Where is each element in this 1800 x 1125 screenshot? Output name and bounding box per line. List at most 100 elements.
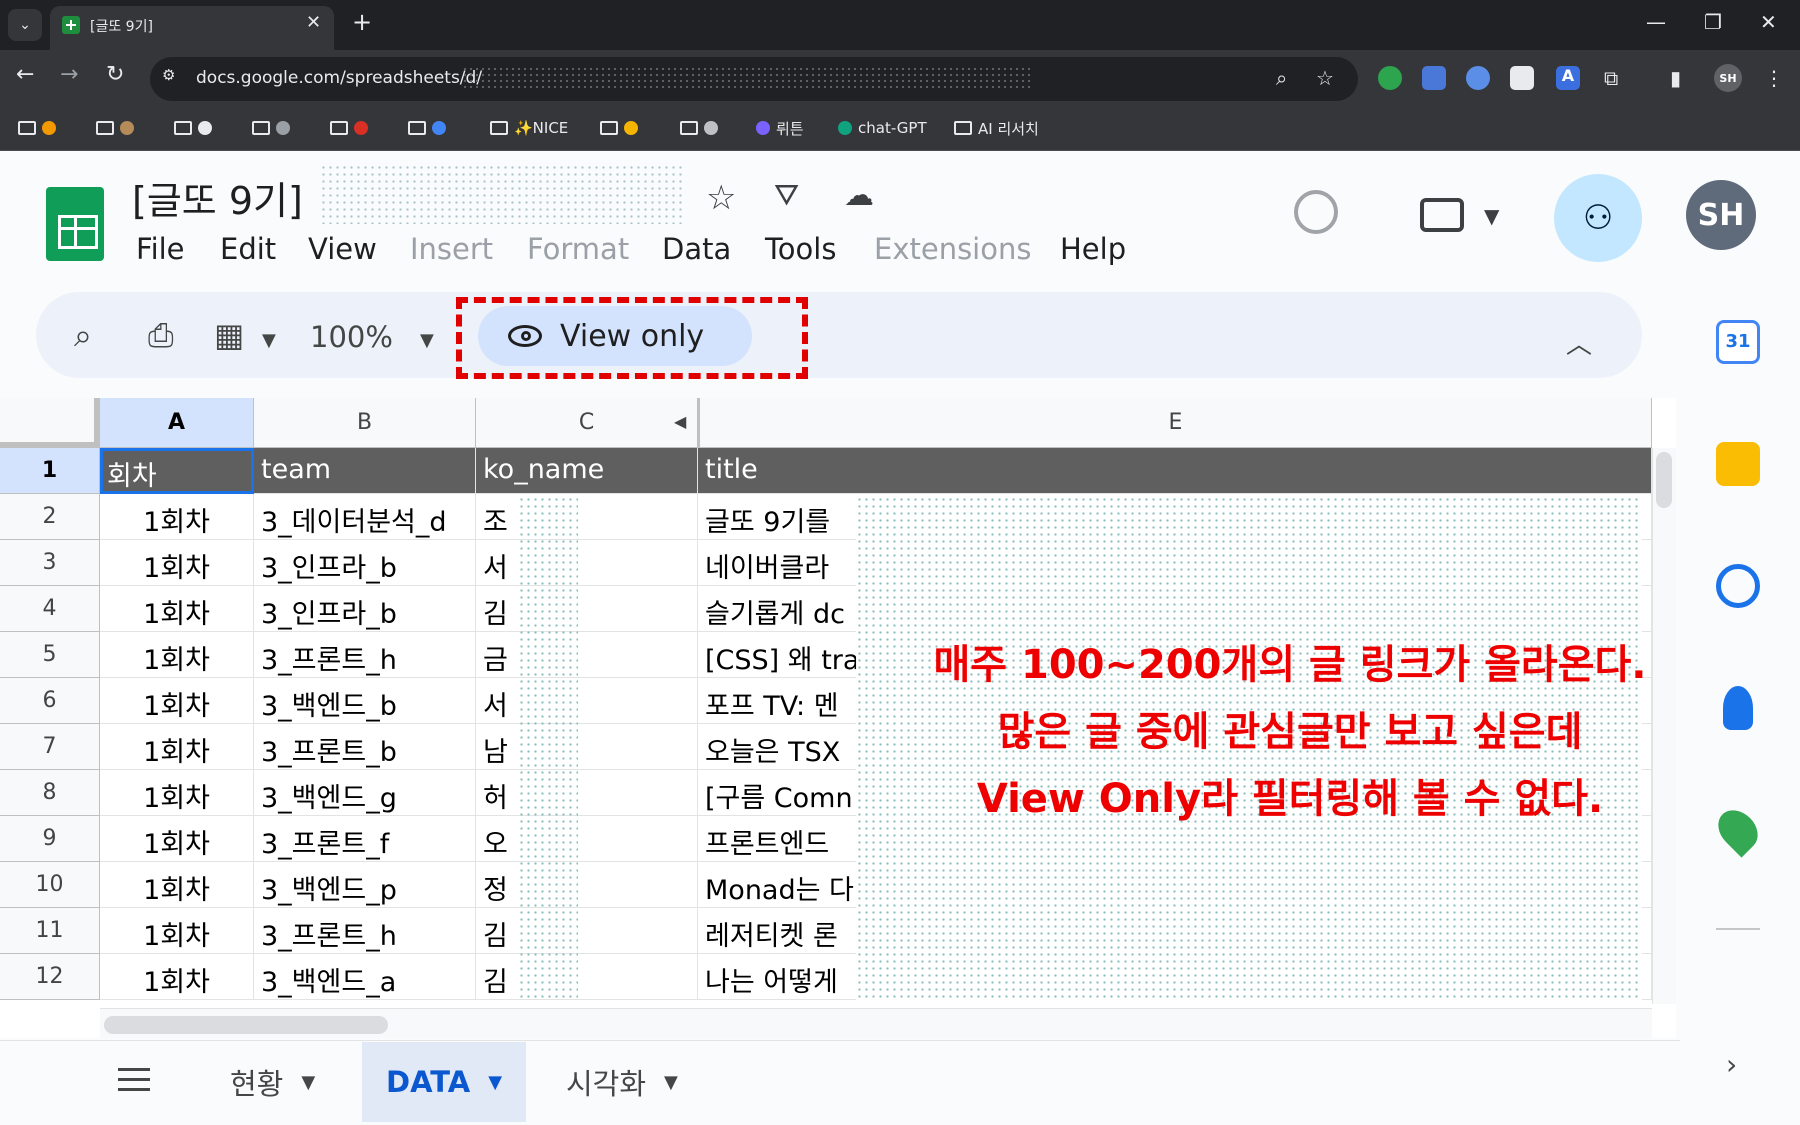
menu-extensions[interactable]: Extensions <box>874 232 1031 266</box>
chevron-down-icon[interactable]: ▼ <box>488 1072 502 1093</box>
url-text[interactable]: docs.google.com/spreadsheets/d/ <box>196 68 482 88</box>
table-cell[interactable]: 1회차 <box>100 724 254 770</box>
vertical-scroll-thumb[interactable] <box>1656 452 1672 508</box>
row-header[interactable]: 10 <box>0 862 100 908</box>
reload-icon[interactable]: ↻ <box>106 62 124 87</box>
table-cell[interactable]: 허 <box>476 770 698 816</box>
minimize-icon[interactable]: — <box>1646 10 1666 34</box>
extension-icon[interactable] <box>1510 66 1534 90</box>
keep-icon[interactable] <box>1716 442 1760 486</box>
row-header[interactable]: 3 <box>0 540 100 586</box>
table-cell[interactable]: 김 <box>476 954 698 1000</box>
table-cell[interactable]: 3_백엔드_g <box>254 770 476 816</box>
tasks-icon[interactable] <box>1716 564 1760 608</box>
sheet-tab[interactable]: 시각화 ▼ <box>542 1042 702 1122</box>
sheet-tab[interactable]: 현황 ▼ <box>206 1042 339 1122</box>
column-header-b[interactable]: B <box>254 398 476 448</box>
search-icon[interactable]: ⌕ <box>74 316 92 355</box>
version-history-icon[interactable] <box>1294 190 1338 234</box>
bookmark-folder[interactable] <box>600 114 638 142</box>
bookmark-folder[interactable] <box>96 114 134 142</box>
bookmark-star-icon[interactable]: ☆ <box>1316 66 1334 90</box>
header-cell-title[interactable]: title <box>698 448 1652 494</box>
row-header[interactable]: 5 <box>0 632 100 678</box>
more-menu-icon[interactable]: ⋮ <box>1764 66 1784 90</box>
contacts-icon[interactable] <box>1723 686 1753 730</box>
table-cell[interactable]: 3_프론트_h <box>254 632 476 678</box>
menu-data[interactable]: Data <box>662 232 731 266</box>
table-cell[interactable]: 1회차 <box>100 494 254 540</box>
table-cell[interactable]: 정 <box>476 862 698 908</box>
move-to-drive-icon[interactable]: ⛛ <box>774 178 799 213</box>
header-cell-ko-name[interactable]: ko_name <box>476 448 698 494</box>
row-header[interactable]: 11 <box>0 908 100 954</box>
header-cell-team[interactable]: team <box>254 448 476 494</box>
browser-profile-avatar[interactable]: SH <box>1714 64 1742 92</box>
menu-format[interactable]: Format <box>527 232 629 266</box>
row-header[interactable]: 1 <box>0 448 100 494</box>
table-cell[interactable]: 김 <box>476 586 698 632</box>
bookmark-chatgpt[interactable]: chat-GPT <box>838 114 927 142</box>
meet-camera-icon[interactable] <box>1420 198 1464 232</box>
table-cell[interactable]: 3_프론트_h <box>254 908 476 954</box>
table-cell[interactable]: 김 <box>476 908 698 954</box>
table-cell[interactable]: 1회차 <box>100 908 254 954</box>
chevron-down-icon[interactable]: ▼ <box>262 330 276 351</box>
calendar-icon[interactable]: 31 <box>1716 320 1760 364</box>
table-cell[interactable]: 조 <box>476 494 698 540</box>
print-icon[interactable]: ⎙ <box>148 316 174 355</box>
table-cell[interactable]: 오 <box>476 816 698 862</box>
menu-edit[interactable]: Edit <box>220 232 276 266</box>
table-cell[interactable]: 3_인프라_b <box>254 586 476 632</box>
bookmark-folder-ai[interactable]: AI 리서치 <box>954 114 1039 142</box>
row-header[interactable]: 6 <box>0 678 100 724</box>
bookmark-folder-nice[interactable]: ✨NICE <box>490 114 568 142</box>
row-header[interactable]: 12 <box>0 954 100 1000</box>
column-header-e[interactable]: E <box>698 398 1652 448</box>
menu-help[interactable]: Help <box>1060 232 1126 266</box>
restore-icon[interactable]: ❐ <box>1704 10 1722 34</box>
header-cell-round[interactable]: 회차 <box>100 448 254 494</box>
hidden-column-left-arrow-icon[interactable]: ◀ <box>674 412 686 431</box>
extensions-puzzle-icon[interactable]: ⧉ <box>1604 66 1618 90</box>
table-cell[interactable]: 1회차 <box>100 770 254 816</box>
new-tab-button[interactable]: + <box>352 8 372 36</box>
sheets-logo-icon[interactable] <box>46 187 104 261</box>
table-cell[interactable]: 1회차 <box>100 632 254 678</box>
table-cell[interactable]: 3_백엔드_b <box>254 678 476 724</box>
table-cell[interactable]: 3_인프라_b <box>254 540 476 586</box>
chevron-down-icon[interactable]: ▼ <box>664 1072 678 1093</box>
site-info-icon[interactable]: ⚙ <box>162 66 184 88</box>
share-add-person-icon[interactable]: ⚇ <box>1554 174 1642 262</box>
bookmark-folder[interactable] <box>680 114 718 142</box>
table-cell[interactable]: 1회차 <box>100 862 254 908</box>
bookmark-folder[interactable] <box>252 114 290 142</box>
close-tab-icon[interactable]: ✕ <box>306 12 321 33</box>
row-header[interactable]: 8 <box>0 770 100 816</box>
select-all-corner[interactable] <box>0 398 100 448</box>
chevron-down-icon[interactable]: ▼ <box>1484 204 1499 228</box>
bookmark-wrtn[interactable]: 뤼튼 <box>756 114 804 142</box>
row-header[interactable]: 9 <box>0 816 100 862</box>
table-cell[interactable]: 서 <box>476 540 698 586</box>
bookmark-folder[interactable] <box>330 114 368 142</box>
table-cell[interactable]: 서 <box>476 678 698 724</box>
zoom-icon[interactable]: ⌕ <box>1276 66 1287 90</box>
table-cell[interactable]: 3_데이터분석_d <box>254 494 476 540</box>
column-header-a[interactable]: A <box>100 398 254 448</box>
menu-view[interactable]: View <box>308 232 377 266</box>
menu-insert[interactable]: Insert <box>410 232 493 266</box>
horizontal-scroll-thumb[interactable] <box>104 1016 388 1034</box>
translate-extension-icon[interactable] <box>1422 66 1446 90</box>
sheet-tab-active[interactable]: DATA ▼ <box>362 1042 527 1122</box>
extension-a-icon[interactable]: A <box>1556 66 1580 90</box>
bookmark-folder[interactable] <box>174 114 212 142</box>
column-header-c[interactable]: C <box>476 398 698 448</box>
table-cell[interactable]: 1회차 <box>100 816 254 862</box>
menu-file[interactable]: File <box>136 232 185 266</box>
table-cell[interactable]: 1회차 <box>100 586 254 632</box>
close-window-icon[interactable]: ✕ <box>1760 10 1777 34</box>
table-cell[interactable]: 남 <box>476 724 698 770</box>
chevron-down-icon[interactable]: ▼ <box>301 1072 315 1093</box>
zoom-select[interactable]: 100% <box>310 320 393 354</box>
